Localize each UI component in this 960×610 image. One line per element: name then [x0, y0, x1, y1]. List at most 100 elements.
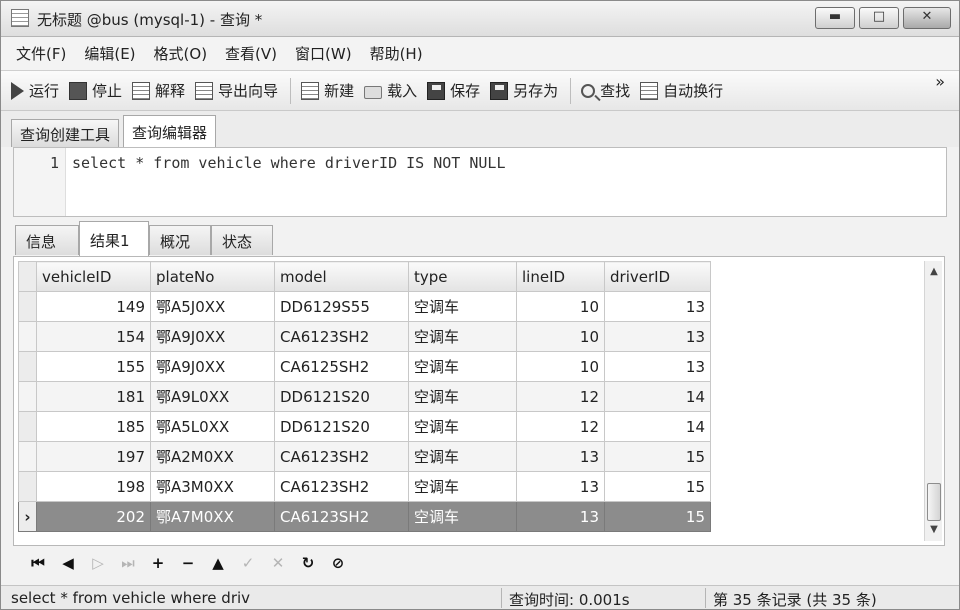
close-button[interactable]: ✕ — [903, 7, 951, 29]
menu-help[interactable]: 帮助(H) — [361, 43, 432, 64]
cell-lineID[interactable]: 12 — [516, 381, 605, 412]
tab-query-builder[interactable]: 查询创建工具 — [11, 119, 120, 147]
cell-model[interactable]: DD6129S55 — [274, 291, 409, 322]
cell-vehicleID[interactable]: 197 — [36, 441, 151, 472]
current-row-icon[interactable]: › — [18, 501, 37, 532]
find-button[interactable]: 查找 — [581, 80, 630, 101]
load-button[interactable]: 载入 — [364, 80, 417, 101]
cell-model[interactable]: CA6123SH2 — [274, 441, 409, 472]
last-record-icon[interactable]: ⏭ — [113, 554, 143, 572]
stop-query-icon[interactable]: ⊘ — [323, 554, 353, 572]
cell-driverID[interactable]: 14 — [604, 411, 711, 442]
cell-model[interactable]: CA6123SH2 — [274, 501, 409, 532]
column-header-lineID[interactable]: lineID — [516, 261, 605, 292]
row-indicator[interactable] — [18, 471, 37, 502]
cell-type[interactable]: 空调车 — [408, 351, 517, 382]
cell-model[interactable]: CA6123SH2 — [274, 471, 409, 502]
save-button[interactable]: 保存 — [427, 80, 480, 101]
cell-model[interactable]: CA6123SH2 — [274, 321, 409, 352]
cell-lineID[interactable]: 13 — [516, 471, 605, 502]
tab-info[interactable]: 信息 — [15, 225, 79, 255]
cell-driverID[interactable]: 13 — [604, 321, 711, 352]
table-row[interactable]: 198 鄂A3M0XX CA6123SH2 空调车 13 15 — [18, 471, 711, 502]
tab-profile[interactable]: 概况 — [149, 225, 211, 255]
row-indicator[interactable] — [18, 441, 37, 472]
cell-vehicleID[interactable]: 185 — [36, 411, 151, 442]
cell-lineID[interactable]: 13 — [516, 501, 605, 532]
cell-lineID[interactable]: 10 — [516, 351, 605, 382]
cell-type[interactable]: 空调车 — [408, 471, 517, 502]
table-row[interactable]: 185 鄂A5L0XX DD6121S20 空调车 12 14 — [18, 411, 711, 442]
cell-vehicleID[interactable]: 154 — [36, 321, 151, 352]
run-button[interactable]: 运行 — [11, 80, 59, 101]
maximize-button[interactable]: □ — [859, 7, 899, 29]
scroll-down-icon[interactable]: ▼ — [925, 521, 943, 539]
cell-plateNo[interactable]: 鄂A5J0XX — [150, 291, 275, 322]
discard-changes-icon[interactable]: ✕ — [263, 554, 293, 572]
sql-text[interactable]: select * from vehicle where driverID IS … — [72, 154, 505, 172]
cell-driverID[interactable]: 15 — [604, 501, 711, 532]
column-header-vehicleID[interactable]: vehicleID — [36, 261, 151, 292]
cell-type[interactable]: 空调车 — [408, 411, 517, 442]
vertical-scrollbar[interactable]: ▲ ▼ — [924, 261, 942, 541]
toolbar-overflow-icon[interactable]: » — [935, 73, 945, 91]
menu-file[interactable]: 文件(F) — [7, 43, 75, 64]
cell-type[interactable]: 空调车 — [408, 501, 517, 532]
prev-record-icon[interactable]: ◀ — [53, 554, 83, 572]
menu-format[interactable]: 格式(O) — [145, 43, 217, 64]
column-header-driverID[interactable]: driverID — [604, 261, 711, 292]
cell-lineID[interactable]: 12 — [516, 411, 605, 442]
row-indicator[interactable] — [18, 411, 37, 442]
row-indicator[interactable] — [18, 321, 37, 352]
row-indicator[interactable] — [18, 381, 37, 412]
refresh-icon[interactable]: ↻ — [293, 554, 323, 572]
cell-model[interactable]: CA6125SH2 — [274, 351, 409, 382]
menu-view[interactable]: 查看(V) — [216, 43, 286, 64]
cell-plateNo[interactable]: 鄂A2M0XX — [150, 441, 275, 472]
cell-plateNo[interactable]: 鄂A9J0XX — [150, 321, 275, 352]
cell-plateNo[interactable]: 鄂A9L0XX — [150, 381, 275, 412]
menu-edit[interactable]: 编辑(E) — [75, 43, 144, 64]
save-as-button[interactable]: 另存为 — [490, 80, 558, 101]
add-record-icon[interactable]: + — [143, 554, 173, 572]
cell-plateNo[interactable]: 鄂A3M0XX — [150, 471, 275, 502]
cell-type[interactable]: 空调车 — [408, 441, 517, 472]
cell-driverID[interactable]: 15 — [604, 441, 711, 472]
column-header-plateNo[interactable]: plateNo — [150, 261, 275, 292]
cell-driverID[interactable]: 15 — [604, 471, 711, 502]
cell-vehicleID[interactable]: 198 — [36, 471, 151, 502]
cell-model[interactable]: DD6121S20 — [274, 411, 409, 442]
sql-editor[interactable]: 1 select * from vehicle where driverID I… — [13, 147, 947, 217]
table-row[interactable]: 181 鄂A9L0XX DD6121S20 空调车 12 14 — [18, 381, 711, 412]
minimize-button[interactable]: ▬ — [815, 7, 855, 29]
cell-plateNo[interactable]: 鄂A7M0XX — [150, 501, 275, 532]
table-row[interactable]: 154 鄂A9J0XX CA6123SH2 空调车 10 13 — [18, 321, 711, 352]
table-row-selected[interactable]: › 202 鄂A7M0XX CA6123SH2 空调车 13 15 — [18, 501, 711, 532]
menu-window[interactable]: 窗口(W) — [286, 43, 361, 64]
row-indicator[interactable] — [18, 351, 37, 382]
cell-driverID[interactable]: 13 — [604, 291, 711, 322]
tab-status[interactable]: 状态 — [211, 225, 273, 255]
cell-driverID[interactable]: 13 — [604, 351, 711, 382]
cell-lineID[interactable]: 10 — [516, 291, 605, 322]
export-wizard-button[interactable]: 导出向导 — [195, 80, 278, 101]
delete-record-icon[interactable]: − — [173, 554, 203, 572]
tab-query-editor[interactable]: 查询编辑器 — [123, 115, 217, 147]
sort-up-icon[interactable]: ▲ — [203, 554, 233, 572]
scroll-up-icon[interactable]: ▲ — [925, 263, 943, 281]
table-row[interactable]: 155 鄂A9J0XX CA6125SH2 空调车 10 13 — [18, 351, 711, 382]
cell-type[interactable]: 空调车 — [408, 381, 517, 412]
cell-type[interactable]: 空调车 — [408, 291, 517, 322]
cell-vehicleID[interactable]: 202 — [36, 501, 151, 532]
cell-model[interactable]: DD6121S20 — [274, 381, 409, 412]
cell-vehicleID[interactable]: 149 — [36, 291, 151, 322]
explain-button[interactable]: 解释 — [132, 80, 185, 101]
column-header-type[interactable]: type — [408, 261, 517, 292]
cell-plateNo[interactable]: 鄂A5L0XX — [150, 411, 275, 442]
cell-vehicleID[interactable]: 181 — [36, 381, 151, 412]
cell-plateNo[interactable]: 鄂A9J0XX — [150, 351, 275, 382]
column-header-model[interactable]: model — [274, 261, 409, 292]
first-record-icon[interactable]: ⏮ — [23, 554, 53, 572]
stop-button[interactable]: 停止 — [69, 80, 122, 101]
cell-type[interactable]: 空调车 — [408, 321, 517, 352]
